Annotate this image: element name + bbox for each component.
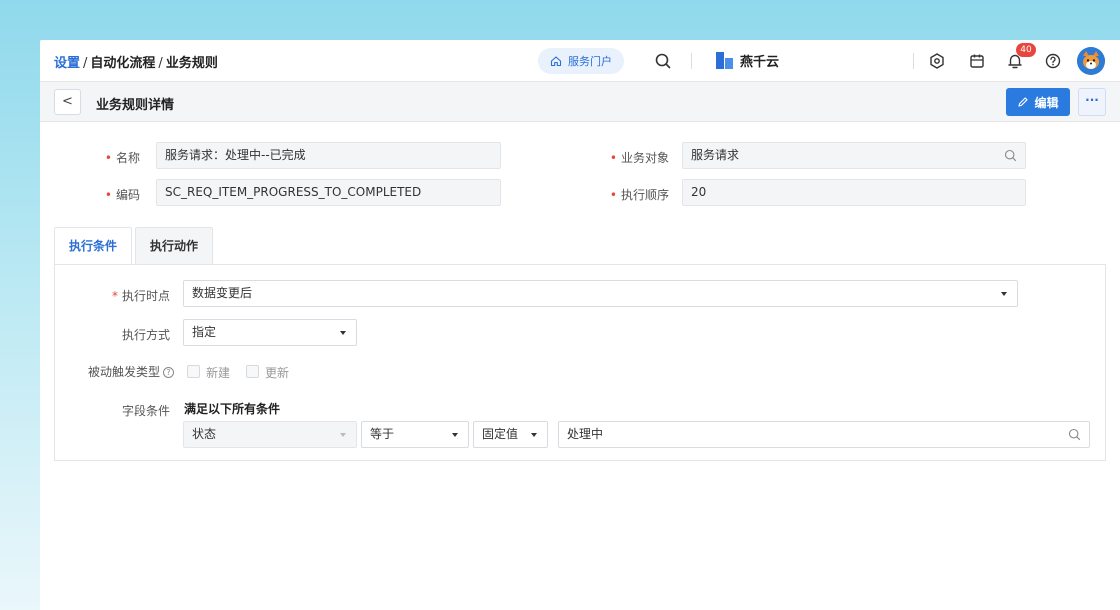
tab-execution-conditions[interactable]: 执行条件 bbox=[54, 227, 133, 265]
search-icon[interactable] bbox=[1004, 149, 1017, 162]
checkbox-create[interactable] bbox=[187, 365, 200, 378]
fox-avatar-icon bbox=[1077, 47, 1105, 75]
chevron-down-icon bbox=[340, 331, 346, 335]
execution-mode-select[interactable]: 指定 bbox=[183, 319, 357, 346]
condition-value-type-value: 固定值 bbox=[482, 427, 519, 441]
service-portal-button[interactable]: 服务门户 bbox=[538, 48, 624, 74]
search-icon[interactable] bbox=[654, 52, 672, 70]
avatar[interactable] bbox=[1077, 47, 1105, 75]
business-object-value: 服务请求 bbox=[691, 148, 740, 162]
execution-timing-value: 数据变更后 bbox=[192, 286, 253, 300]
page-title: 业务规则详情 bbox=[96, 98, 175, 113]
edit-label: 编辑 bbox=[1034, 95, 1059, 110]
more-button[interactable]: ··· bbox=[1078, 88, 1106, 116]
name-field[interactable]: 服务请求：处理中--已完成 bbox=[156, 142, 501, 169]
pencil-icon bbox=[1018, 97, 1029, 107]
execution-timing-label: * 执行时点 bbox=[111, 289, 170, 303]
checkbox-create-label: 新建 bbox=[206, 366, 231, 380]
execution-order-field[interactable]: 20 bbox=[682, 179, 1026, 206]
help-icon[interactable] bbox=[1044, 52, 1062, 70]
passive-trigger-label: 被动触发类型? bbox=[74, 363, 174, 380]
divider bbox=[913, 53, 914, 69]
brand-name: 燕千云 bbox=[740, 55, 780, 70]
checkbox-update-label: 更新 bbox=[265, 366, 290, 380]
tenant-brand[interactable]: 燕千云 bbox=[716, 51, 779, 70]
app-window: 设置 / 自动化流程 / 业务规则 服务门户 燕千云 40 < 业务规则详情 编… bbox=[40, 40, 1120, 610]
chevron-down-icon bbox=[1001, 292, 1007, 296]
business-object-label: • 业务对象 bbox=[609, 151, 669, 165]
service-portal-label: 服务门户 bbox=[568, 55, 612, 68]
condition-value-input[interactable]: 处理中 bbox=[558, 421, 1090, 448]
divider bbox=[691, 53, 692, 69]
breadcrumb-automation[interactable]: 自动化流程 bbox=[90, 56, 155, 71]
code-field[interactable]: SC_REQ_ITEM_PROGRESS_TO_COMPLETED bbox=[156, 179, 501, 206]
page-header: < 业务规则详情 编辑 ··· bbox=[40, 82, 1120, 122]
breadcrumb-separator: / bbox=[83, 56, 88, 71]
condition-field-select[interactable]: 状态 bbox=[183, 421, 357, 448]
tab-execution-actions[interactable]: 执行动作 bbox=[135, 227, 214, 264]
settings-icon[interactable] bbox=[928, 52, 946, 70]
condition-value-type-select[interactable]: 固定值 bbox=[473, 421, 548, 448]
code-label: • 编码 bbox=[104, 188, 140, 202]
execution-timing-select[interactable]: 数据变更后 bbox=[183, 280, 1018, 307]
chevron-down-icon bbox=[452, 433, 458, 437]
checkbox-update[interactable] bbox=[246, 365, 259, 378]
breadcrumb-separator: / bbox=[158, 56, 163, 71]
edit-button[interactable]: 编辑 bbox=[1006, 88, 1070, 116]
calendar-icon[interactable] bbox=[968, 52, 986, 70]
breadcrumb-settings[interactable]: 设置 bbox=[54, 56, 80, 71]
breadcrumb: 设置 / 自动化流程 / 业务规则 bbox=[54, 52, 218, 71]
search-icon[interactable] bbox=[1068, 428, 1081, 441]
top-bar: 设置 / 自动化流程 / 业务规则 服务门户 燕千云 40 bbox=[40, 40, 1120, 82]
chevron-down-icon bbox=[531, 433, 537, 437]
business-object-field[interactable]: 服务请求 bbox=[682, 142, 1026, 169]
condition-operator-select[interactable]: 等于 bbox=[361, 421, 469, 448]
field-condition-label: 字段条件 bbox=[121, 404, 170, 418]
condition-operator-value: 等于 bbox=[370, 427, 395, 441]
condition-value: 处理中 bbox=[567, 427, 604, 441]
name-label: • 名称 bbox=[104, 151, 140, 165]
condition-field-value: 状态 bbox=[192, 427, 217, 441]
notification-badge: 40 bbox=[1016, 43, 1036, 57]
brand-logo-icon bbox=[716, 52, 733, 69]
execution-order-label: • 执行顺序 bbox=[609, 188, 669, 202]
chevron-down-icon bbox=[340, 433, 346, 437]
home-icon bbox=[550, 56, 562, 67]
execution-mode-value: 指定 bbox=[192, 325, 217, 339]
execution-mode-label: 执行方式 bbox=[121, 328, 170, 342]
back-button[interactable]: < bbox=[54, 89, 81, 115]
breadcrumb-current: 业务规则 bbox=[165, 56, 218, 71]
condition-summary[interactable]: 满足以下所有条件 bbox=[184, 400, 280, 417]
help-icon[interactable]: ? bbox=[163, 367, 174, 378]
